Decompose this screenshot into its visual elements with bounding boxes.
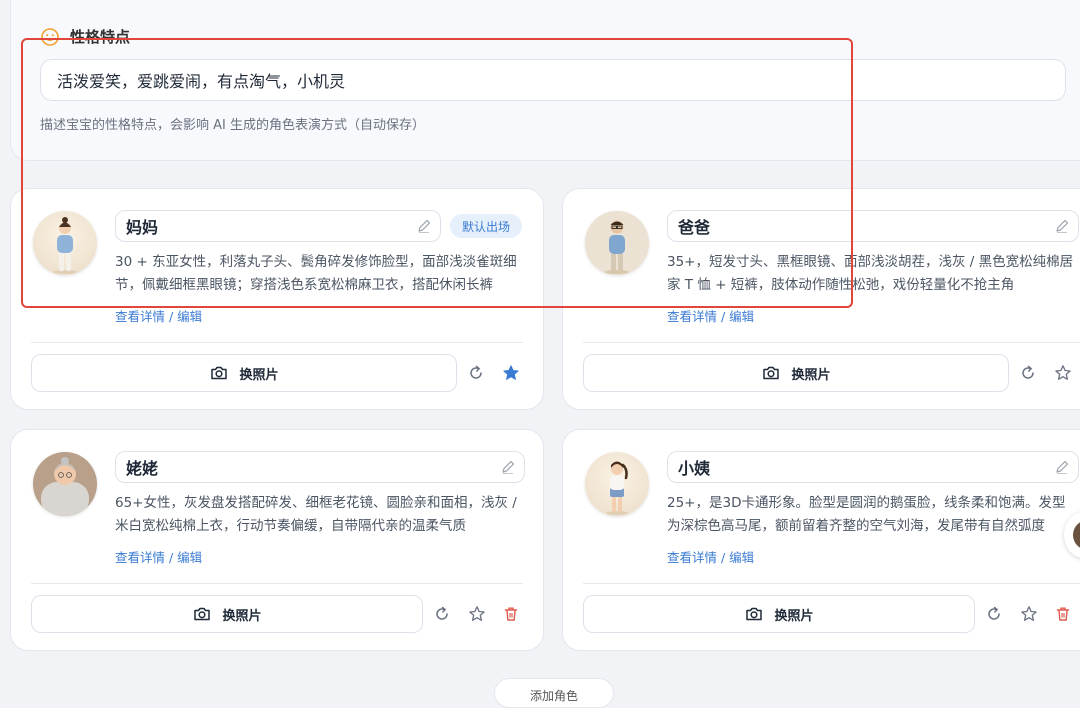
add-role-button[interactable]: 添加角色 (494, 678, 614, 708)
role-description: 35+，短发寸头、黑框眼镜、面部浅淡胡茬，浅灰 / 黑色宽松纯棉居家 T 恤 +… (667, 254, 1074, 293)
avatar[interactable] (585, 211, 649, 275)
role-name: 妈妈 (126, 218, 159, 237)
change-photo-button[interactable]: 换照片 (31, 595, 423, 633)
personality-title: 性格特点 (70, 28, 131, 46)
star-icon[interactable] (468, 605, 486, 623)
role-name: 小姨 (678, 459, 711, 478)
change-photo-label: 换照片 (222, 608, 262, 624)
divider (583, 342, 1080, 343)
change-photo-label: 换照片 (774, 608, 814, 624)
personality-section-title: 性格特点 (40, 26, 130, 47)
trash-icon[interactable] (1054, 605, 1072, 623)
role-card-mom: 妈妈 默认出场 30 + 东亚女性，利落丸子头、鬓角碎发修饰脸型，面部浅淡雀斑细… (10, 188, 544, 410)
avatar[interactable] (33, 211, 97, 275)
pencil-icon[interactable] (416, 218, 432, 234)
star-icon[interactable] (1020, 605, 1038, 623)
change-photo-label: 换照片 (239, 367, 279, 383)
personality-input[interactable]: 活泼爱笑，爱跳爱闹，有点淘气，小机灵 (40, 59, 1066, 101)
view-detail-link[interactable]: 查看详情 / 编辑 (667, 306, 754, 325)
default-badge: 默认出场 (450, 214, 523, 238)
role-name: 爸爸 (678, 218, 711, 237)
trash-icon[interactable] (502, 605, 520, 623)
role-description: 25+，是3D卡通形象。脸型是圆润的鹅蛋脸，线条柔和饱满。发型为深棕色高马尾，额… (667, 495, 1066, 534)
role-card-grandma: 姥姥 65+女性，灰发盘发搭配碎发、细框老花镜、圆脸亲和面相，浅灰 / 米白宽松… (10, 429, 544, 651)
role-description: 30 + 东亚女性，利落丸子头、鬓角碎发修饰脸型，面部浅淡雀斑细节，佩戴细框黑眼… (115, 254, 517, 293)
avatar[interactable] (585, 452, 649, 516)
camera-icon (763, 366, 780, 380)
camera-icon (211, 366, 228, 380)
refresh-icon[interactable] (433, 605, 451, 623)
role-card-aunt: 小姨 25+，是3D卡通形象。脸型是圆润的鹅蛋脸，线条柔和饱满。发型为深棕色高马… (562, 429, 1080, 651)
refresh-icon[interactable] (985, 605, 1003, 623)
view-detail-link[interactable]: 查看详情 / 编辑 (115, 547, 202, 566)
camera-icon (194, 607, 211, 621)
role-name-input[interactable]: 姥姥 (115, 451, 525, 483)
pencil-icon[interactable] (500, 459, 516, 475)
camera-icon (746, 607, 763, 621)
role-card-dad: 爸爸 35+，短发寸头、黑框眼镜、面部浅淡胡茬，浅灰 / 黑色宽松纯棉居家 T … (562, 188, 1080, 410)
role-description: 65+女性，灰发盘发搭配碎发、细框老花镜、圆脸亲和面相，浅灰 / 米白宽松纯棉上… (115, 495, 517, 534)
role-name-input[interactable]: 妈妈 (115, 210, 441, 242)
refresh-icon[interactable] (467, 364, 485, 382)
personality-helper-text: 描述宝宝的性格特点，会影响 AI 生成的角色表演方式（自动保存） (40, 118, 425, 133)
divider (31, 342, 523, 343)
add-role-label: 添加角色 (529, 689, 578, 703)
change-photo-button[interactable]: 换照片 (583, 354, 1009, 392)
pencil-icon[interactable] (1054, 459, 1070, 475)
divider (31, 583, 523, 584)
smile-icon (41, 27, 59, 46)
role-name: 姥姥 (126, 459, 159, 478)
change-photo-button[interactable]: 换照片 (31, 354, 457, 392)
pencil-icon[interactable] (1054, 218, 1070, 234)
view-detail-link[interactable]: 查看详情 / 编辑 (667, 547, 754, 566)
role-name-input[interactable]: 爸爸 (667, 210, 1079, 242)
refresh-icon[interactable] (1019, 364, 1037, 382)
change-photo-button[interactable]: 换照片 (583, 595, 975, 633)
change-photo-label: 换照片 (791, 367, 831, 383)
star-icon[interactable] (1054, 364, 1072, 382)
view-detail-link[interactable]: 查看详情 / 编辑 (115, 306, 202, 325)
divider (583, 583, 1080, 584)
avatar[interactable] (33, 452, 97, 516)
star-icon[interactable] (502, 364, 520, 382)
role-name-input[interactable]: 小姨 (667, 451, 1079, 483)
